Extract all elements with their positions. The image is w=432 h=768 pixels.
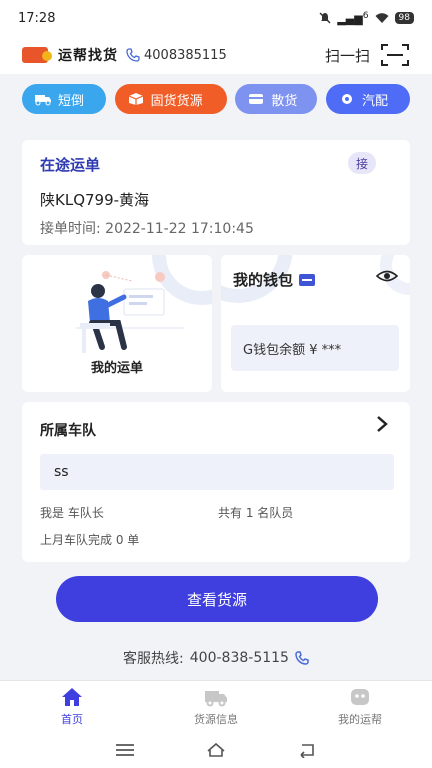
accepted-badge: 接 — [348, 152, 376, 174]
tab-cargo-info-label: 货源信息 — [194, 713, 238, 726]
menu-icon[interactable] — [114, 742, 136, 758]
wallet-balance: G钱包余额 ¥ *** — [231, 325, 399, 371]
accept-time-value: 2022-11-22 17:10:45 — [105, 221, 254, 237]
header-phone[interactable]: 4008385115 — [126, 48, 227, 63]
chip-auto-parts-label: 汽配 — [361, 93, 388, 109]
header-phone-number: 4008385115 — [144, 47, 227, 63]
home-nav-icon[interactable] — [205, 742, 227, 758]
tab-cargo-info[interactable]: 货源信息 — [144, 681, 288, 732]
app-header: 运帮找货 4008385115 扫一扫 — [0, 36, 432, 74]
fleet-card[interactable]: 所属车队 我是 车队长 共有 1 名队员 上月车队完成 0 单 — [22, 402, 410, 562]
my-orders-card[interactable]: 我的运单 — [22, 255, 212, 392]
chevron-right-icon[interactable] — [374, 414, 390, 434]
fleet-info-row: 我是 车队长 共有 1 名队员 — [40, 504, 392, 521]
wifi-icon — [375, 12, 389, 23]
my-wallet-card[interactable]: 我的钱包 G钱包余额 ¥ *** — [221, 255, 410, 392]
scan-button[interactable]: 扫一扫 — [325, 42, 410, 68]
phone-icon — [126, 48, 140, 62]
truck-icon — [35, 95, 51, 106]
bottom-tab-bar: 首页 货源信息 我的运帮 — [0, 680, 432, 732]
gear-icon — [341, 94, 352, 104]
status-time: 17:28 — [18, 10, 56, 26]
tab-my-account[interactable]: 我的运帮 — [288, 681, 432, 732]
person-at-desk-illustration — [76, 271, 184, 353]
view-cargo-button[interactable]: 查看货源 — [56, 576, 378, 622]
truck-icon — [205, 691, 227, 707]
app-logo: 运帮找货 — [22, 45, 118, 65]
my-orders-label: 我的运单 — [90, 361, 143, 376]
hotline-number: 400-838-5115 — [189, 650, 289, 666]
chip-short-haul[interactable]: 短倒 — [22, 84, 106, 114]
chip-fixed-cargo-label: 固货货源 — [150, 93, 203, 109]
tab-home[interactable]: 首页 — [0, 681, 144, 732]
fleet-role: 我是 车队长 — [40, 506, 104, 520]
signal-icon: ▂▄▆6 — [337, 10, 369, 26]
box-icon — [128, 93, 143, 105]
wallet-title: 我的钱包 — [233, 269, 316, 290]
chip-fixed-cargo[interactable]: 固货货源 — [114, 84, 227, 114]
tab-home-label: 首页 — [61, 713, 83, 726]
phone-icon — [295, 651, 309, 665]
accept-time-label: 接单时间: — [40, 221, 101, 237]
system-nav-bar — [0, 732, 432, 768]
wallet-card-icon — [299, 273, 316, 286]
back-icon[interactable] — [296, 742, 318, 758]
fleet-last-month: 上月车队完成 0 单 — [40, 533, 140, 547]
logo-mark-icon — [22, 47, 52, 63]
fleet-title: 所属车队 — [40, 423, 96, 439]
accept-time: 接单时间: 2022-11-22 17:10:45 — [40, 218, 392, 238]
tab-my-account-label: 我的运帮 — [338, 713, 382, 726]
chip-bulk-cargo[interactable]: 散货 — [235, 84, 318, 114]
fleet-members: 共有 1 名队员 — [218, 506, 294, 520]
wallet-title-text: 我的钱包 — [233, 271, 294, 289]
robot-icon — [351, 689, 369, 705]
card-icon — [249, 94, 264, 104]
in-transit-title: 在途运单 — [40, 156, 101, 174]
battery-icon: 98 — [394, 12, 414, 24]
customer-hotline[interactable]: 客服热线: 400-838-5115 — [0, 648, 432, 668]
home-icon — [62, 688, 82, 706]
chip-short-haul-label: 短倒 — [58, 93, 85, 109]
hotline-label: 客服热线: — [123, 651, 184, 667]
mute-icon — [319, 12, 331, 24]
fleet-name-field[interactable] — [40, 454, 394, 490]
chip-auto-parts[interactable]: 汽配 — [325, 84, 410, 114]
scan-label: 扫一扫 — [324, 46, 370, 65]
app-name: 运帮找货 — [58, 48, 118, 64]
chip-bulk-cargo-label: 散货 — [271, 93, 298, 109]
status-icons: ▂▄▆6 98 — [319, 10, 414, 26]
eye-icon[interactable] — [376, 267, 398, 285]
category-chips: 短倒 固货货源 散货 汽配 — [22, 84, 410, 114]
vehicle-plate: 陕KLQ799-黄海 — [40, 191, 150, 209]
status-bar: 17:28 ▂▄▆6 98 — [0, 0, 432, 36]
scan-icon — [381, 44, 409, 66]
in-transit-card[interactable]: 在途运单 接 陕KLQ799-黄海 接单时间: 2022-11-22 17:10… — [22, 140, 410, 245]
